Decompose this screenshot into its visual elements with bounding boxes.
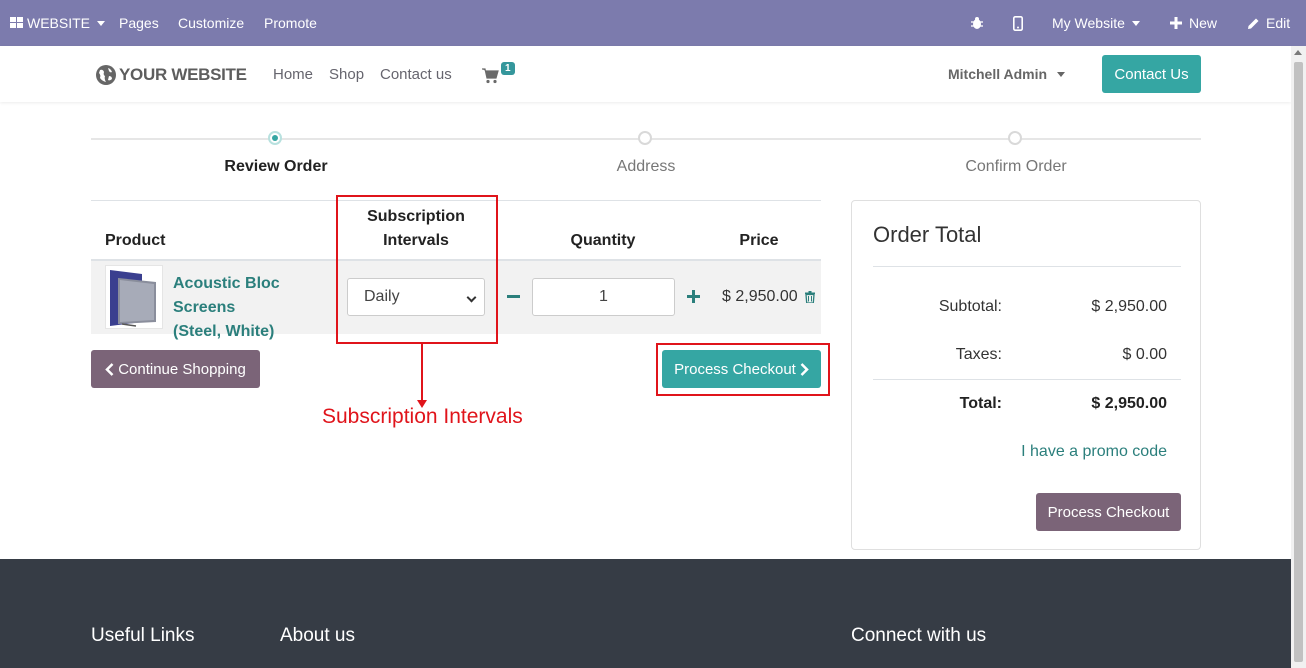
header-product: Product: [105, 232, 166, 249]
product-name-line1: Acoustic Bloc Screens: [173, 275, 280, 316]
website-menu[interactable]: WEBSITE: [10, 0, 106, 46]
nav-shop[interactable]: Shop: [329, 66, 364, 83]
product-thumbnail: [110, 270, 156, 327]
user-name: Mitchell Admin: [948, 66, 1048, 82]
caret-down-icon: [1057, 71, 1066, 77]
my-website-label: My Website: [1052, 15, 1125, 31]
logo-text: YOUR WEBSITE: [119, 65, 247, 84]
scroll-up-icon[interactable]: [1294, 50, 1302, 55]
order-total-card: Order Total Subtotal: $ 2,950.00 Taxes: …: [851, 200, 1201, 550]
order-total-title: Order Total: [873, 222, 982, 247]
apps-grid-icon: [10, 17, 23, 28]
product-variant: (Steel, White): [173, 323, 275, 340]
footer-connect: Connect with us: [851, 625, 987, 646]
customize-label: Customize: [178, 15, 245, 31]
new-label: New: [1189, 15, 1218, 31]
new-button[interactable]: New: [1170, 0, 1217, 46]
edit-button[interactable]: Edit: [1247, 0, 1290, 46]
my-website-menu[interactable]: My Website: [1052, 0, 1140, 46]
footer-useful-links: Useful Links: [91, 625, 195, 646]
subtotal-label: Subtotal:: [938, 298, 1002, 315]
card-divider: [873, 379, 1181, 380]
continue-shopping-button[interactable]: Continue Shopping: [91, 350, 260, 388]
quantity-decrease-button[interactable]: [505, 285, 523, 309]
trash-icon: [805, 291, 815, 304]
bug-icon: [971, 17, 983, 29]
caret-down-icon: [1131, 20, 1140, 26]
taxes-value: $ 0.00: [1122, 346, 1167, 363]
site-logo[interactable]: YOUR WEBSITE: [95, 64, 247, 86]
quantity-increase-button[interactable]: [684, 285, 702, 309]
globe-icon: [96, 65, 116, 85]
pencil-icon: [1248, 18, 1259, 29]
annotation-box-subscription: [336, 195, 498, 344]
card-divider: [873, 266, 1181, 267]
nav-contact-us[interactable]: Contact us: [380, 66, 452, 83]
annotation-pointer-line: [421, 343, 423, 401]
remove-line-button[interactable]: [805, 291, 815, 307]
pages-menu[interactable]: Pages: [119, 0, 159, 46]
step-confirm-order: Confirm Order: [965, 158, 1067, 175]
header-price: Price: [739, 232, 779, 249]
user-menu[interactable]: Mitchell Admin: [948, 66, 1066, 82]
annotation-label: Subscription Intervals: [322, 405, 523, 428]
mobile-preview-button[interactable]: [1013, 0, 1023, 46]
nav-home[interactable]: Home: [273, 66, 313, 83]
step-review-order: Review Order: [224, 158, 328, 175]
site-footer: Useful Links About us Connect with us: [0, 559, 1291, 668]
mobile-icon: [1013, 15, 1023, 31]
edit-label: Edit: [1266, 15, 1291, 31]
taxes-label: Taxes:: [955, 346, 1002, 363]
scrollbar-thumb[interactable]: [1294, 62, 1303, 662]
caret-down-icon: [97, 20, 106, 26]
site-navbar: YOUR WEBSITE Home Shop Contact us 1 Mitc…: [0, 46, 1291, 102]
footer-about-us: About us: [280, 625, 355, 646]
header-quantity: Quantity: [570, 232, 636, 249]
shopping-cart-icon: [482, 68, 499, 84]
line-price: $ 2,950.00: [722, 288, 798, 305]
total-label: Total:: [959, 395, 1002, 412]
promote-menu[interactable]: Promote: [264, 0, 317, 46]
admin-bar: WEBSITE Pages Customize Promote My Websi…: [0, 0, 1306, 46]
promo-code-link[interactable]: I have a promo code: [1021, 443, 1167, 461]
customize-menu[interactable]: Customize: [178, 0, 244, 46]
chevron-left-icon: [105, 362, 114, 376]
plus-icon: [1170, 17, 1182, 29]
quantity-input[interactable]: 1: [532, 278, 675, 316]
page-scrollbar[interactable]: [1291, 46, 1306, 668]
step-dot-confirm: [1008, 131, 1022, 145]
card-process-checkout-button[interactable]: Process Checkout: [1036, 493, 1181, 531]
product-name-link[interactable]: Acoustic Bloc Screens (Steel, White): [173, 272, 341, 344]
step-address: Address: [616, 158, 676, 175]
website-menu-label: WEBSITE: [27, 15, 91, 31]
continue-shopping-label: Continue Shopping: [118, 360, 246, 378]
total-value: $ 2,950.00: [1091, 395, 1167, 412]
step-dot-review: [268, 131, 282, 145]
subtotal-value: $ 2,950.00: [1091, 298, 1167, 315]
product-image[interactable]: [105, 265, 163, 329]
step-dot-address: [638, 131, 652, 145]
annotation-box-checkout: [656, 343, 830, 396]
promote-label: Promote: [264, 15, 317, 31]
pages-label: Pages: [119, 15, 159, 31]
cart-count-badge: 1: [501, 62, 515, 75]
debug-button[interactable]: [970, 0, 984, 46]
contact-us-button[interactable]: Contact Us: [1102, 55, 1201, 93]
